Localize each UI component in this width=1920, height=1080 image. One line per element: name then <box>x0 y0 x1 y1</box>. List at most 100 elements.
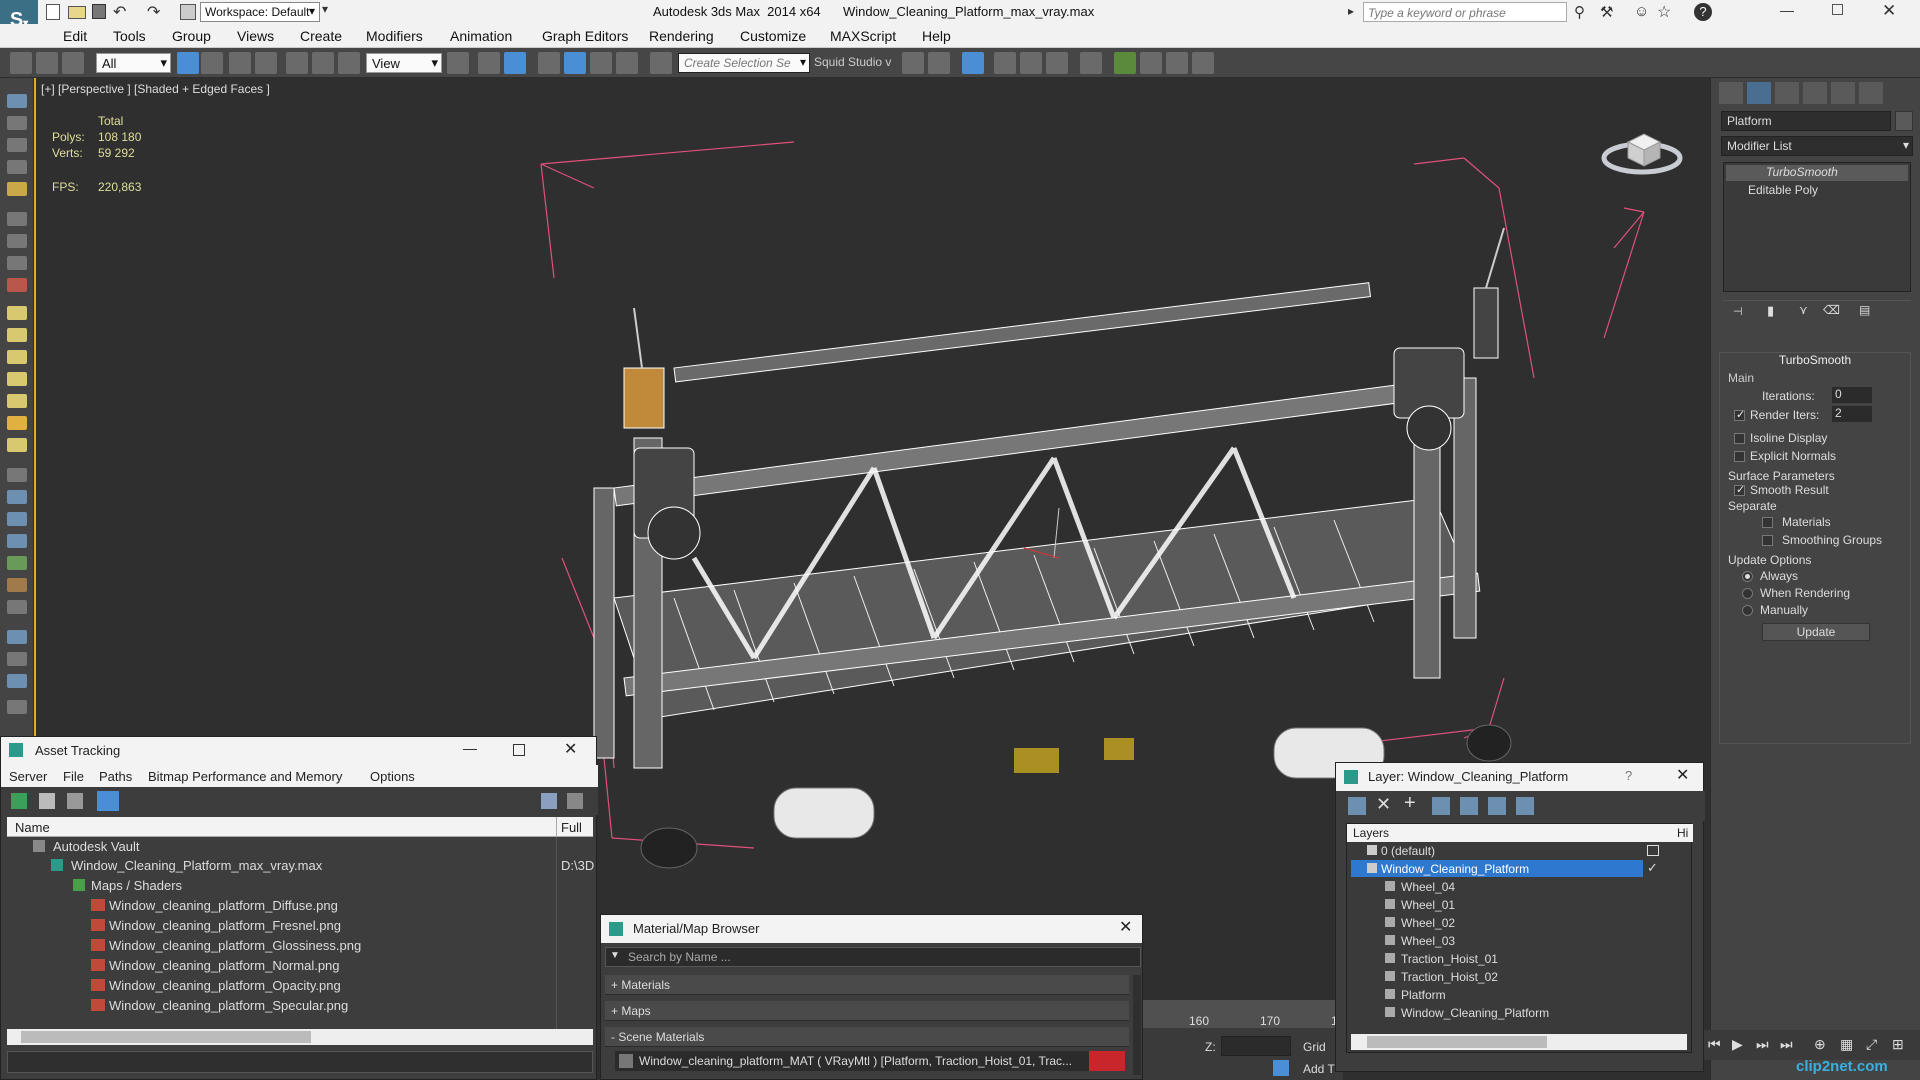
select-objects-icon[interactable] <box>1432 797 1450 815</box>
left-tool-7-icon[interactable] <box>7 234 27 248</box>
table-row[interactable]: Autodesk Vault <box>7 837 593 857</box>
menu-edit[interactable]: Edit <box>63 28 87 44</box>
left-tool-17-icon[interactable] <box>7 468 27 482</box>
utilities-tab-icon[interactable] <box>1859 82 1883 104</box>
left-tool-23-icon[interactable] <box>7 600 27 614</box>
close-icon[interactable]: ✕ <box>1676 765 1689 785</box>
left-tool-9-icon[interactable] <box>7 278 27 292</box>
rotate-icon[interactable] <box>312 52 334 74</box>
material-search-input[interactable]: ▼ Search by Name ... <box>605 947 1141 967</box>
left-tool-20-icon[interactable] <box>7 534 27 548</box>
left-tool-21-icon[interactable] <box>7 556 27 570</box>
update-manually-radio[interactable] <box>1742 605 1753 616</box>
add-time-tag-icon[interactable] <box>1273 1060 1289 1076</box>
rollout-title[interactable]: TurboSmooth <box>1720 353 1910 369</box>
left-tool-26-icon[interactable] <box>7 674 27 688</box>
pin-stack-icon[interactable]: ⊣ <box>1733 305 1743 318</box>
wheel-02[interactable] <box>773 787 875 839</box>
keyword-search-input[interactable]: Type a keyword or phrase <box>1363 2 1567 22</box>
restore-window-icon[interactable] <box>1832 4 1843 15</box>
search-expand-icon[interactable]: ▸ <box>1348 4 1354 18</box>
workspace-dropdown[interactable]: Workspace: Default ▾ <box>200 2 320 22</box>
render-iters-spinner[interactable]: 2 <box>1832 406 1872 422</box>
curve-editor-icon[interactable] <box>1046 52 1068 74</box>
asset-tracking-titlebar[interactable]: Asset Tracking — ✕ <box>1 737 596 765</box>
freeze-all-icon[interactable] <box>1516 797 1534 815</box>
comm-center-icon[interactable]: ⚒ <box>1600 3 1613 21</box>
isoline-display-checkbox[interactable] <box>1734 433 1745 444</box>
minimize-icon[interactable]: — <box>463 740 477 756</box>
left-tool-16-icon[interactable] <box>7 438 27 452</box>
go-to-end-icon[interactable]: ⏭ <box>1780 1036 1793 1053</box>
explicit-normals-checkbox[interactable] <box>1734 451 1745 462</box>
left-tool-27-icon[interactable] <box>7 700 27 714</box>
close-icon[interactable]: ✕ <box>564 739 577 759</box>
time-ruler[interactable] <box>1143 1000 1343 1028</box>
thumbnail-view-icon[interactable] <box>67 793 83 809</box>
select-object-icon[interactable] <box>177 52 199 74</box>
material-browser-titlebar[interactable]: Material/Map Browser ✕ <box>601 915 1142 943</box>
left-tool-14-icon[interactable] <box>7 394 27 408</box>
scale-icon[interactable] <box>338 52 360 74</box>
column-hide[interactable]: Hi <box>1677 826 1688 840</box>
close-window-icon[interactable]: ✕ <box>1882 1 1896 21</box>
render-production-icon[interactable] <box>1192 52 1214 74</box>
table-row[interactable]: Window_Cleaning_Platform_max_vray.max D:\… <box>7 856 594 876</box>
separate-materials-checkbox[interactable] <box>1762 517 1773 528</box>
menu-animation[interactable]: Animation <box>450 28 512 44</box>
workspace-chevron-icon[interactable]: ▾ <box>322 2 334 16</box>
left-tool-10-icon[interactable] <box>7 306 27 320</box>
layers-scrollbar[interactable] <box>1351 1034 1687 1050</box>
left-tool-22-icon[interactable] <box>7 578 27 592</box>
configure-sets-icon[interactable]: ▤ <box>1859 303 1870 317</box>
menu-group[interactable]: Group <box>172 28 211 44</box>
menu-paths[interactable]: Paths <box>99 769 132 784</box>
reference-coord-dropdown[interactable]: View ▾ <box>366 53 442 73</box>
scrollbar-thumb[interactable] <box>1367 1036 1547 1048</box>
settings-icon[interactable] <box>567 793 583 809</box>
new-file-icon[interactable] <box>46 4 60 20</box>
menu-help[interactable]: Help <box>922 28 951 44</box>
rect-selection-icon[interactable] <box>229 52 251 74</box>
layer-dialog-titlebar[interactable]: Layer: Window_Cleaning_Platform ? ✕ <box>1336 763 1703 791</box>
left-tool-2-icon[interactable] <box>7 116 27 130</box>
table-row[interactable]: Window_cleaning_platform_Opacity.png <box>7 976 593 996</box>
iterations-spinner[interactable]: 0 <box>1832 387 1872 403</box>
layer-object-row[interactable]: Traction_Hoist_01 <box>1347 950 1691 970</box>
mirror-icon[interactable] <box>902 52 924 74</box>
materials-section[interactable]: + Materials <box>605 975 1129 995</box>
hold-icon[interactable] <box>180 4 196 20</box>
hide-all-icon[interactable] <box>1488 797 1506 815</box>
schematic-view-icon[interactable] <box>1080 52 1102 74</box>
delete-layer-icon[interactable]: ✕ <box>1376 794 1391 815</box>
material-browser-scrollbar[interactable] <box>1133 975 1141 1075</box>
zoom-extents-icon[interactable]: ⊕ <box>1814 1036 1826 1053</box>
next-frame-icon[interactable]: ⏭ <box>1756 1036 1769 1053</box>
binoculars-icon[interactable]: ⚲ <box>1574 3 1585 21</box>
motion-tab-icon[interactable] <box>1803 82 1827 104</box>
select-manipulate-icon[interactable] <box>478 52 500 74</box>
scene-materials-section[interactable]: - Scene Materials <box>605 1027 1129 1047</box>
layer-row[interactable]: 0 (default) <box>1347 842 1691 862</box>
redo-icon[interactable]: ↷ <box>147 2 160 22</box>
show-end-result-icon[interactable]: ▮ <box>1767 303 1774 319</box>
z-coord-field[interactable] <box>1221 1036 1291 1056</box>
layer-object-row[interactable]: Window_Cleaning_Platform <box>1347 1004 1691 1024</box>
column-layers[interactable]: Layers <box>1353 826 1389 840</box>
play-icon[interactable]: ▶ <box>1732 1036 1743 1053</box>
traction-hoist-01[interactable] <box>623 367 665 429</box>
render-iters-checkbox[interactable] <box>1734 408 1745 421</box>
menu-modifiers[interactable]: Modifiers <box>366 28 423 44</box>
layer-object-row[interactable]: Wheel_02 <box>1347 914 1691 934</box>
close-icon[interactable]: ✕ <box>1119 917 1132 937</box>
material-editor-icon[interactable] <box>1114 52 1136 74</box>
squid-studio-label[interactable]: Squid Studio v <box>814 55 891 69</box>
rendered-frame-window-icon[interactable] <box>1166 52 1188 74</box>
layer-manager-icon[interactable] <box>994 52 1016 74</box>
layer-object-row[interactable]: Wheel_01 <box>1347 896 1691 916</box>
update-when-rendering-radio[interactable] <box>1742 588 1753 599</box>
angle-snap-icon[interactable] <box>564 52 586 74</box>
table-row[interactable]: Window_cleaning_platform_Normal.png <box>7 956 593 976</box>
snap-toggle-icon[interactable] <box>538 52 560 74</box>
scrollbar-thumb[interactable] <box>21 1031 311 1043</box>
